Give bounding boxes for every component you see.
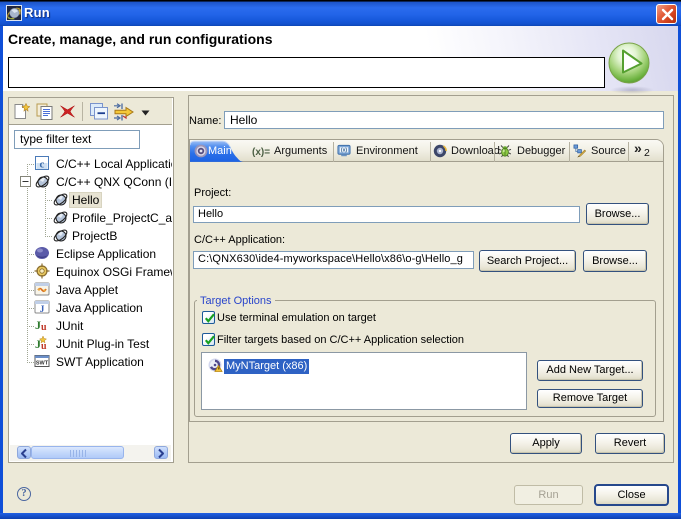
svg-text:c: c [40,159,45,171]
svg-text:(x): (x) [341,148,348,154]
svg-text:J: J [40,305,45,315]
svg-text:SWT: SWT [36,361,49,367]
svg-text:u: u [41,322,47,333]
